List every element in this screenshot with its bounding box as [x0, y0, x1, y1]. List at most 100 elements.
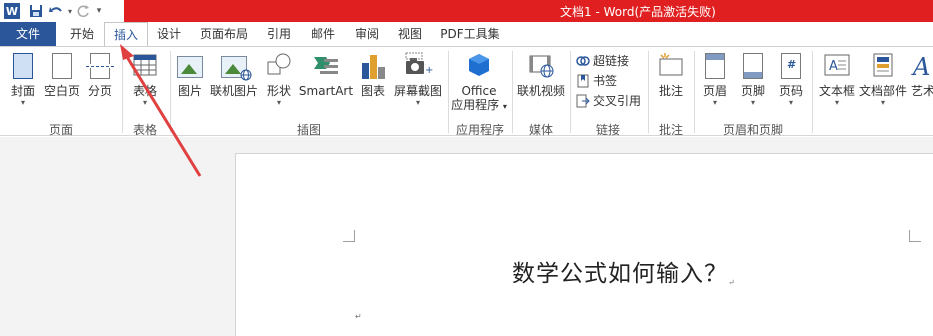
shapes-icon: [265, 51, 293, 81]
group-label-header-footer: 页眉和页脚: [722, 123, 783, 137]
group-divider: [570, 51, 571, 133]
save-icon[interactable]: [26, 0, 46, 22]
chevron-down-icon: ▾: [788, 98, 793, 107]
chevron-down-icon: ▾: [834, 98, 839, 107]
tab-references[interactable]: 引用: [260, 22, 298, 46]
tab-view[interactable]: 视图: [391, 22, 429, 46]
office-store-icon: [465, 51, 493, 81]
picture-icon: [176, 51, 204, 81]
redo-icon[interactable]: [74, 0, 94, 22]
group-divider: [170, 51, 171, 133]
title-bar: W ▾ ▾ 文档1 - Word(产品激活失败): [0, 0, 933, 22]
page-break-icon: [86, 51, 114, 81]
svg-text:+: +: [425, 65, 433, 76]
group-divider: [648, 51, 649, 133]
tab-file[interactable]: 文件: [0, 22, 56, 46]
tab-insert[interactable]: 插入: [104, 22, 148, 47]
chevron-down-icon: ▾: [20, 98, 25, 107]
blank-page-button[interactable]: 空白页: [42, 51, 82, 98]
quick-parts-icon: [869, 51, 897, 81]
ribbon-tabs: 文件 开始 插入 设计 页面布局 引用 邮件 审阅 视图 PDF工具集: [0, 22, 933, 47]
tab-page-layout[interactable]: 页面布局: [194, 22, 254, 46]
tab-pdf-tools[interactable]: PDF工具集: [434, 22, 506, 46]
undo-icon[interactable]: [46, 0, 66, 22]
chevron-down-icon: ▾: [880, 98, 885, 107]
picture-button[interactable]: 图片: [174, 51, 206, 98]
cover-page-icon: [9, 51, 37, 81]
group-label-pages: 页面: [48, 123, 73, 137]
office-apps-button[interactable]: Office 应用程序 ▾: [450, 51, 508, 114]
quick-parts-button[interactable]: 文档部件 ▾: [858, 51, 908, 108]
svg-text:A: A: [911, 53, 930, 79]
dropdown-small-icon[interactable]: ▾: [66, 0, 74, 22]
group-divider: [512, 51, 513, 133]
screenshot-button[interactable]: + 屏幕截图 ▾: [392, 51, 444, 108]
page-number-button[interactable]: # 页码 ▾: [774, 51, 808, 108]
chevron-down-icon: ▾: [276, 98, 281, 107]
group-divider: [694, 51, 695, 133]
header-icon: [701, 51, 729, 81]
bookmark-icon: [576, 74, 590, 88]
smartart-button[interactable]: SmartArt: [298, 51, 354, 98]
cross-reference-icon: [576, 94, 590, 108]
group-divider: [812, 51, 813, 133]
wordart-button[interactable]: A 艺术: [908, 51, 933, 98]
paragraph-mark: ↵: [355, 312, 362, 321]
online-picture-button[interactable]: 联机图片: [208, 51, 260, 98]
hyperlink-icon: [576, 54, 590, 68]
blank-page-icon: [48, 51, 76, 81]
hyperlink-button[interactable]: 超链接: [576, 52, 629, 69]
office-apps-label: 应用程序: [451, 98, 500, 112]
tab-home[interactable]: 开始: [62, 22, 102, 46]
group-label-links: 链接: [595, 123, 620, 137]
group-label-comments: 批注: [658, 123, 683, 137]
page-number-icon: #: [777, 51, 805, 81]
document-page[interactable]: [235, 153, 933, 336]
shapes-button[interactable]: 形状 ▾: [262, 51, 296, 108]
svg-text:A: A: [829, 59, 838, 74]
online-video-button[interactable]: 联机视频: [514, 51, 568, 98]
chart-icon: [359, 51, 387, 81]
quick-access-toolbar: W ▾ ▾: [0, 0, 104, 22]
chart-button[interactable]: 图表: [356, 51, 390, 98]
group-label-table: 表格: [132, 123, 157, 137]
paragraph-mark: ↵: [728, 278, 736, 287]
ribbon-insert: 封面 ▾ 空白页 分页 页面 表格 ▾ 表格 图片 联机图片 形状 ▾ Smar…: [0, 46, 933, 137]
group-divider: [448, 51, 449, 133]
cover-page-button[interactable]: 封面 ▾: [6, 51, 40, 108]
tab-mailings[interactable]: 邮件: [304, 22, 342, 46]
chevron-down-icon: ▾: [750, 98, 755, 107]
cross-reference-button[interactable]: 交叉引用: [576, 92, 641, 109]
group-label-media: 媒体: [528, 123, 553, 137]
camera-icon: +: [404, 51, 433, 81]
online-picture-icon: [220, 51, 252, 81]
tab-design[interactable]: 设计: [150, 22, 188, 46]
customize-icon[interactable]: ▾: [94, 0, 104, 22]
textbox-button[interactable]: A 文本框 ▾: [816, 51, 858, 108]
table-icon: [131, 51, 159, 81]
footer-button[interactable]: 页脚 ▾: [736, 51, 770, 108]
textbox-icon: A: [823, 51, 851, 81]
group-label-apps: 应用程序: [455, 123, 504, 137]
margin-corner-mark: [343, 230, 355, 242]
chevron-down-icon: ▾: [142, 98, 147, 107]
bookmark-button[interactable]: 书签: [576, 72, 617, 89]
online-video-icon: [527, 51, 555, 81]
page-break-button[interactable]: 分页: [84, 51, 116, 98]
table-button[interactable]: 表格 ▾: [128, 51, 162, 108]
tab-review[interactable]: 审阅: [348, 22, 386, 46]
chevron-down-icon: ▾: [712, 98, 717, 107]
comment-icon: [657, 51, 685, 81]
chevron-down-icon: ▾: [502, 102, 507, 111]
group-divider: [122, 51, 123, 133]
chevron-down-icon: ▾: [415, 98, 420, 107]
wordart-icon: A: [909, 51, 933, 81]
group-label-illustrations: 插图: [296, 123, 321, 137]
header-button[interactable]: 页眉 ▾: [698, 51, 732, 108]
document-heading[interactable]: 数学公式如何输入？↵: [512, 254, 736, 288]
window-title: 文档1 - Word(产品激活失败): [560, 5, 716, 19]
word-logo-icon[interactable]: W: [4, 3, 20, 19]
smartart-icon: [312, 51, 340, 81]
new-comment-button[interactable]: 批注: [652, 51, 690, 98]
title-bar-accent: [124, 0, 933, 22]
